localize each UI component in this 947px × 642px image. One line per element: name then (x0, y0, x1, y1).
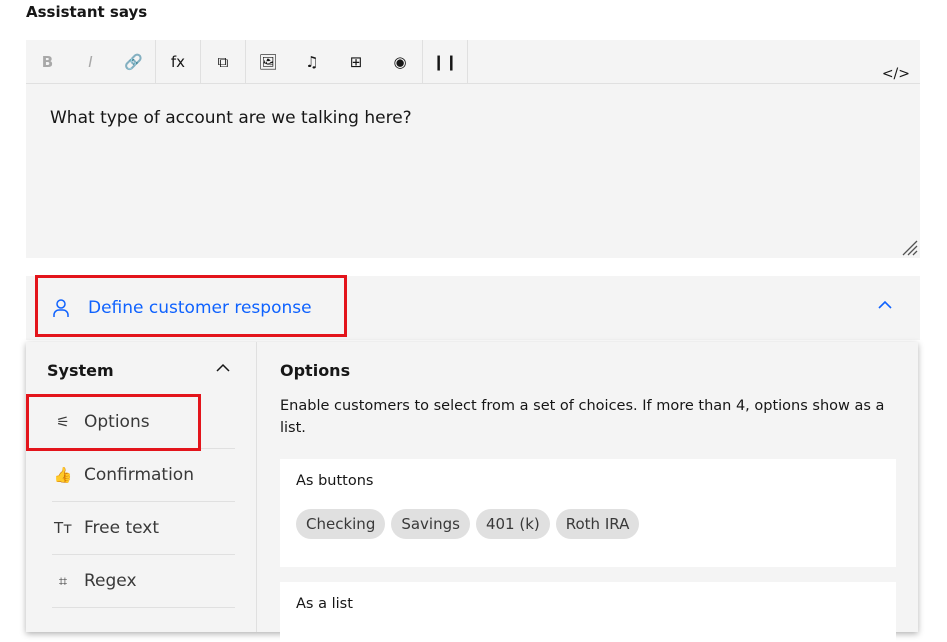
chevron-up-icon[interactable] (878, 300, 892, 310)
as-buttons-card: As buttons Checking Savings 401 (k) Roth IR… (280, 459, 896, 567)
function-icon[interactable]: fx (156, 40, 200, 83)
pause-icon[interactable]: ❙❙ (423, 40, 467, 83)
options-description: Enable customers to select from a set of… (280, 398, 885, 436)
response-type-label: Free text (84, 518, 160, 538)
response-type-panel: System ⚟ Options 👍 Confirmation Tт Free text ⌗… (26, 342, 918, 642)
code-view-icon[interactable]: </> (882, 52, 910, 95)
resize-handle-icon[interactable] (900, 238, 918, 256)
text-icon: Tт (54, 519, 72, 537)
link-icon[interactable]: 🔗 (112, 40, 155, 83)
editor-toolbar: B I 🔗 fx ⧉ 🖼 ♫ ⊞ ◉ ❙❙ (26, 40, 920, 84)
video-icon[interactable]: ⊞ (334, 40, 378, 83)
option-chip[interactable]: Roth IRA (555, 509, 640, 539)
system-heading: System (47, 361, 114, 380)
editor-text[interactable]: What type of account are we talking here… (50, 108, 412, 128)
regex-icon: ⌗ (58, 572, 68, 590)
rich-text-editor[interactable]: B I 🔗 fx ⧉ 🖼 ♫ ⊞ ◉ ❙❙ </> What type of account ar… (26, 40, 920, 258)
chevron-up-icon[interactable] (216, 363, 230, 373)
option-chip[interactable]: Savings (391, 509, 470, 539)
highlight-box (26, 394, 201, 451)
option-chip[interactable]: Checking (296, 509, 386, 539)
audio-icon[interactable]: ♫ (290, 40, 334, 83)
as-list-label: As a list (296, 596, 353, 612)
section-title: Assistant says (26, 3, 148, 21)
highlight-box (35, 275, 347, 337)
option-chip[interactable]: 401 (k) (475, 509, 550, 539)
as-list-card: As a list (280, 582, 896, 642)
toolbar-divider (467, 40, 468, 83)
iframe-icon[interactable]: ◉ (378, 40, 422, 83)
response-type-free-text[interactable]: Tт Free text (52, 502, 235, 555)
italic-icon[interactable]: I (69, 40, 112, 83)
response-type-label: Regex (84, 571, 137, 591)
bold-icon[interactable]: B (26, 40, 69, 83)
response-type-label: Confirmation (84, 465, 194, 485)
as-buttons-label: As buttons (296, 473, 374, 489)
response-type-list: System ⚟ Options 👍 Confirmation Tт Free text ⌗… (26, 342, 257, 632)
options-title: Options (280, 361, 351, 380)
response-type-regex[interactable]: ⌗ Regex (52, 555, 235, 608)
thumbs-up-icon: 👍 (53, 466, 73, 484)
response-type-confirmation[interactable]: 👍 Confirmation (52, 449, 235, 502)
image-icon[interactable]: 🖼 (246, 40, 290, 83)
variable-icon[interactable]: ⧉ (201, 40, 245, 83)
